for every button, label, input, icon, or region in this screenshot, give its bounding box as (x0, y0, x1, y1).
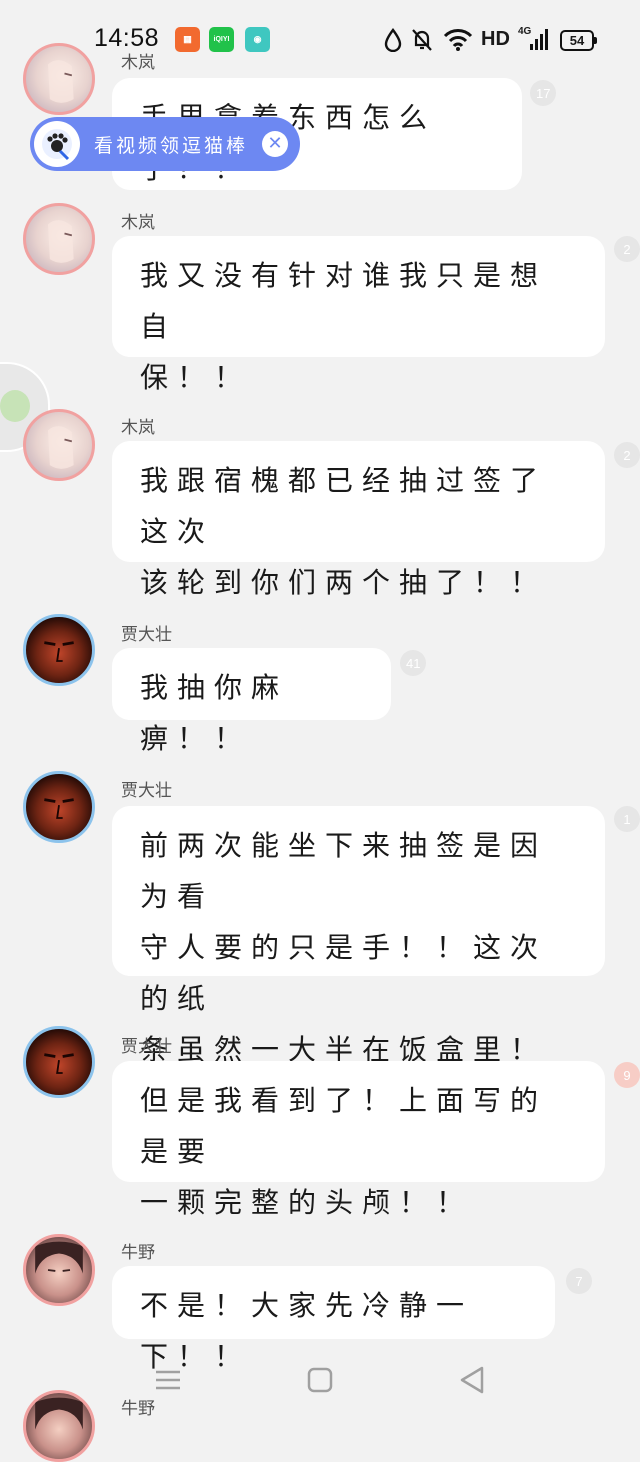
app-notification-icon-3: ◉ (245, 27, 270, 52)
message-bubble[interactable]: 我又没有针对谁我只是想自 保！！ (112, 236, 605, 394)
sender-name: 木岚 (121, 418, 155, 438)
reply-count-badge[interactable]: 9 (614, 1062, 640, 1088)
close-icon[interactable]: ✕ (262, 131, 288, 157)
menu-icon[interactable] (150, 1362, 186, 1398)
iqiyi-notification-icon: iQIYI (209, 27, 234, 52)
cat-teaser-icon (34, 121, 80, 167)
system-navigation-bar (0, 1350, 640, 1410)
avatar[interactable] (23, 203, 95, 275)
avatar[interactable] (23, 614, 95, 686)
message-bubble[interactable]: 前两次能坐下来抽签是因为看 守人要的只是手！！这次的纸 条虽然一大半在饭盒里！ (112, 806, 605, 1066)
data-saver-icon (384, 28, 402, 52)
promo-banner[interactable]: 看视频领逗猫棒 ✕ (30, 117, 300, 171)
reply-count-badge[interactable]: 2 (614, 236, 640, 262)
sender-name: 贾大壮 (121, 625, 172, 645)
reply-count-badge[interactable]: 2 (614, 442, 640, 468)
avatar[interactable] (23, 771, 95, 843)
mute-bell-icon (412, 29, 432, 51)
signal-icon (530, 29, 548, 50)
sender-name: 木岚 (121, 213, 155, 233)
status-bar: 14:58 ▦ iQIYI ◉ HD 4G 54 (0, 0, 640, 80)
status-time: 14:58 (94, 24, 160, 52)
promo-label: 看视频领逗猫棒 (94, 135, 249, 157)
sender-name: 贾大壮 (121, 1037, 172, 1057)
wifi-icon (443, 29, 473, 51)
avatar[interactable] (23, 409, 95, 481)
back-icon[interactable] (454, 1362, 490, 1398)
battery-indicator: 54 (560, 30, 597, 51)
message-bubble[interactable]: 我抽你麻痹！！ (112, 648, 391, 755)
message-bubble[interactable]: 不是！大家先冷静一下！！ (112, 1266, 555, 1373)
reply-count-badge[interactable]: 17 (530, 80, 557, 106)
sender-name: 贾大壮 (121, 781, 172, 801)
avatar[interactable] (23, 1026, 95, 1098)
message-bubble[interactable]: 我跟宿槐都已经抽过签了这次 该轮到你们两个抽了！！ (112, 441, 605, 599)
reply-count-badge[interactable]: 1 (614, 806, 640, 832)
message-bubble[interactable]: 但是我看到了！上面写的是要 一颗完整的头颅！！ (112, 1061, 605, 1219)
sender-name: 牛野 (121, 1243, 155, 1263)
hd-indicator: HD (481, 28, 510, 50)
mascot-icon (0, 390, 30, 422)
home-icon[interactable] (302, 1362, 338, 1398)
reply-count-badge[interactable]: 7 (566, 1268, 592, 1294)
app-notification-icon-1: ▦ (175, 27, 200, 52)
avatar[interactable] (23, 1234, 95, 1306)
reply-count-badge[interactable]: 41 (400, 650, 427, 676)
